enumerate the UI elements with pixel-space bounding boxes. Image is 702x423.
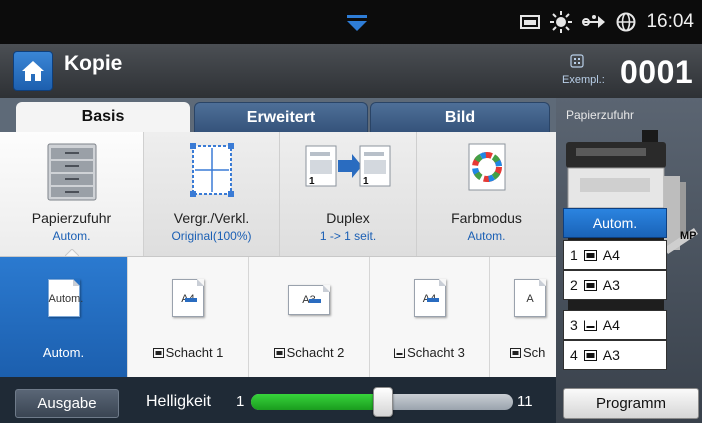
paper-source-button[interactable]: Papierzufuhr Autom.: [0, 132, 144, 256]
document-icon: A4: [413, 279, 446, 317]
tray-icon: [583, 249, 597, 261]
resize-label: Vergr./Verkl.: [173, 210, 250, 226]
svg-text:1: 1: [363, 176, 369, 187]
duplex-label: Duplex: [326, 210, 370, 226]
status-bar: 16:04: [0, 0, 702, 44]
tray-option-auto[interactable]: Autom. Autom.: [0, 257, 128, 377]
toner-sun-icon: [550, 11, 573, 33]
tab-erweitert[interactable]: Erweitert: [194, 102, 368, 133]
tray-list-item-3[interactable]: 3 A4: [563, 310, 667, 340]
tray-label-wrap: Schacht 2: [249, 345, 369, 360]
svg-text:1: 1: [309, 176, 315, 187]
tray-icon: [152, 348, 164, 358]
pull-down-arrow-icon[interactable]: [346, 14, 368, 32]
color-mode-value: Autom.: [467, 229, 506, 243]
tray-size: A4: [602, 317, 620, 333]
tray-icon: [394, 348, 406, 358]
mp-tray-label: MP: [680, 230, 697, 242]
tray-number: 2: [570, 277, 578, 293]
brightness-min: 1: [236, 393, 245, 410]
tray-status-icon: [520, 15, 541, 29]
tray-label: Autom.: [42, 345, 85, 360]
tray-list-item-1[interactable]: 1 A4: [563, 240, 667, 270]
document-icon: A3: [288, 285, 330, 315]
brightness-slider-fill: [251, 394, 382, 410]
globe-icon: [616, 12, 636, 32]
copies-count[interactable]: 0001: [620, 54, 693, 91]
network-icon: [582, 15, 606, 28]
duplex-value: 1 -> 1 seit.: [319, 229, 377, 243]
tray-icon: [583, 320, 597, 331]
status-icons: 16:04: [520, 8, 694, 36]
output-button[interactable]: Ausgabe: [15, 389, 119, 418]
tray-icon: [273, 348, 285, 358]
tray-size: A3: [602, 277, 620, 293]
expand-caret-icon: [65, 249, 79, 256]
home-icon: [22, 61, 44, 81]
tray-label: Schacht 3: [407, 345, 465, 360]
tray-label: Schacht 2: [286, 345, 345, 360]
main-panel: Basis Erweitert Bild Papierzufuhr Autom.…: [0, 98, 556, 423]
tray-number: 1: [570, 247, 578, 263]
doc-size-text: A: [526, 293, 534, 305]
function-row: Papierzufuhr Autom. Vergr./Verkl. Origin…: [0, 132, 556, 256]
tray-selection-row: Autom. Autom. A4 Schacht 1 A3 Schacht 2 …: [0, 256, 556, 378]
resize-button[interactable]: Vergr./Verkl. Original(100%): [144, 132, 280, 256]
tab-bar: Basis Erweitert Bild: [0, 98, 556, 133]
tray-list-item-2[interactable]: 2 A3: [563, 270, 667, 300]
tray-label-wrap: Schacht 3: [370, 345, 489, 360]
color-mode-button[interactable]: Farbmodus Autom.: [417, 132, 556, 256]
tray-label: Schacht 1: [165, 345, 224, 360]
tray-number: 4: [570, 347, 578, 363]
tray-size: A4: [602, 247, 620, 263]
tray-label: Sch: [523, 345, 546, 360]
resize-value: Original(100%): [171, 229, 252, 243]
paper-source-value: Autom.: [52, 229, 91, 243]
duplex-button[interactable]: 1 1 Duplex 1 -> 1 seit.: [280, 132, 417, 256]
tray-list-auto[interactable]: Autom.: [563, 208, 667, 238]
tray-label-wrap: Schacht 1: [128, 345, 248, 360]
color-wheel-icon: [468, 143, 505, 191]
panel-title: Papierzufuhr: [566, 108, 635, 122]
document-icon: Autom.: [47, 279, 84, 317]
copies-keypad-icon: [570, 54, 584, 68]
home-button[interactable]: [13, 51, 53, 91]
tab-bild[interactable]: Bild: [370, 102, 550, 133]
copy-screen: 16:04 Kopie Exempl.: 0001 Basis Erweiter…: [0, 0, 702, 423]
bottom-bar: Ausgabe Helligkeit 1 11: [0, 377, 556, 423]
tab-basis[interactable]: Basis: [16, 102, 190, 132]
color-mode-label: Farbmodus: [451, 210, 522, 226]
document-icon: A4: [172, 279, 204, 317]
copies-label: Exempl.:: [562, 74, 605, 86]
doc-size-text: Autom.: [48, 293, 84, 305]
paper-tray-icon: [47, 143, 96, 201]
paper-source-panel: Papierzufuhr Autom. 1 A4 2 A3 3 A4 4 A3 …: [556, 98, 702, 423]
clock: 16:04: [646, 11, 694, 32]
resize-icon: [189, 143, 234, 197]
tray-number: 3: [570, 317, 578, 333]
tray-list-item-4[interactable]: 4 A3: [563, 340, 667, 370]
tray-icon: [583, 279, 597, 291]
brightness-label: Helligkeit: [146, 393, 211, 410]
app-header: Kopie Exempl.: 0001: [0, 44, 702, 99]
tray-icon: [510, 348, 521, 358]
tray-label-wrap: Sch: [510, 345, 556, 360]
brightness-max: 11: [517, 393, 533, 410]
tray-option-4[interactable]: A Sch: [490, 257, 556, 377]
tray-option-3[interactable]: A4 Schacht 3: [370, 257, 490, 377]
program-button[interactable]: Programm: [563, 388, 699, 419]
tray-size: A3: [602, 347, 620, 363]
tray-option-1[interactable]: A4 Schacht 1: [128, 257, 249, 377]
document-icon: A: [514, 279, 546, 317]
duplex-icon: 1 1: [305, 145, 391, 187]
brightness-slider-handle[interactable]: [373, 387, 393, 417]
tray-icon: [583, 349, 597, 361]
paper-source-label: Papierzufuhr: [31, 210, 112, 226]
page-title: Kopie: [64, 52, 123, 75]
tray-option-2[interactable]: A3 Schacht 2: [249, 257, 370, 377]
